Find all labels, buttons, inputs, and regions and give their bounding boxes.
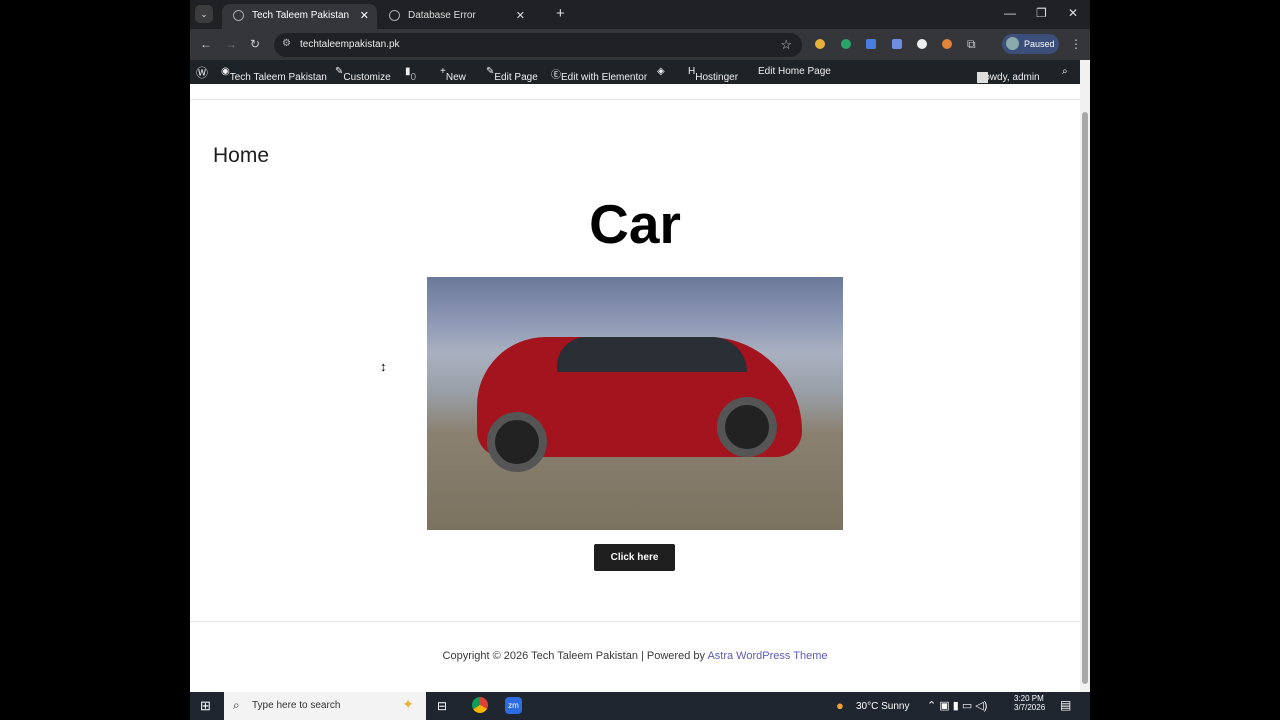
extension-icon[interactable] [942,39,952,49]
comments-link[interactable]: ▮ 0 [405,66,416,83]
footer-text: Copyright © 2026 Tech Taleem Pakistan | … [442,650,708,662]
edit-elementor-label: Edit with Elementor [561,72,648,83]
search-icon[interactable]: ⌕ [1062,66,1068,77]
extension-icon[interactable] [892,39,902,49]
weather-icon: ● [836,698,844,713]
taskbar: ⊞ ⌕ Type here to search ✦ ⊟ zm ● 30°C Su… [190,692,1090,720]
extension-icon[interactable] [917,39,927,49]
hostinger-label: Hostinger [695,72,739,83]
header-divider [190,99,1080,100]
reload-icon[interactable]: ↻ [250,37,260,51]
chrome-taskbar-icon[interactable] [472,697,488,713]
car-image [427,277,843,530]
more-menu-icon[interactable]: ⋮ [1070,37,1082,51]
resize-cursor-icon: ↕ [380,359,387,374]
url-input[interactable]: ⚙ techtaleempakistan.pk ☆ [274,33,802,57]
customize-label: Customize [343,72,391,83]
new-label: New [445,72,466,83]
edit-home-link[interactable]: Edit Home Page [758,66,831,77]
weather-text[interactable]: 30°C Sunny [856,701,909,712]
edit-elementor-link[interactable]: Ⓔ Edit with Elementor [551,66,647,83]
tab-title: Tech Taleem Pakistan [252,10,350,21]
avatar [1006,37,1019,50]
site-name-link[interactable]: ◉ Tech Taleem Pakistan [221,66,327,83]
restore-button[interactable]: ❐ [1036,6,1047,20]
diamond-icon[interactable]: ◈ [657,66,665,77]
url-text: techtaleempakistan.pk [300,39,400,50]
wordpress-logo-icon[interactable]: Ⓦ [196,64,208,81]
notifications-icon[interactable]: ▤ [1060,698,1071,712]
close-tab-icon[interactable]: ✕ [516,9,525,22]
edit-page-label: Edit Page [494,72,538,83]
tab-bar: ⌄ Tech Taleem Pakistan ✕ Database Error … [190,0,1090,29]
search-placeholder: Type here to search [252,700,341,711]
scrollbar[interactable] [1080,60,1090,692]
close-window-button[interactable]: ✕ [1068,6,1078,20]
footer: Copyright © 2026 Tech Taleem Pakistan | … [190,650,1080,662]
extension-icon[interactable] [866,39,876,49]
taskbar-search-input[interactable]: ⌕ Type here to search ✦ [224,692,426,720]
new-link[interactable]: + New [440,66,466,83]
zoom-taskbar-icon[interactable]: zm [505,697,522,714]
hostinger-link[interactable]: H Hostinger [688,66,738,83]
tab-tech-taleem[interactable]: Tech Taleem Pakistan ✕ [222,4,377,29]
car-heading: Car [589,193,681,255]
profile-button[interactable]: Paused [1002,34,1059,54]
globe-icon [389,10,400,21]
close-tab-icon[interactable]: ✕ [360,9,369,22]
new-tab-button[interactable]: + [556,5,565,22]
date: 3/7/2026 [1014,703,1046,712]
globe-icon [233,10,244,21]
forward-icon[interactable]: → [225,37,237,51]
tab-database-error[interactable]: Database Error ✕ [378,4,533,29]
scrollbar-thumb[interactable] [1082,112,1088,684]
extensions-puzzle-icon[interactable]: ⧉ [967,37,976,52]
site-info-icon[interactable]: ⚙ [282,38,291,49]
page-content: Home Car Click here Copyright © 2026 Tec… [190,84,1080,692]
car-wheel [487,412,547,472]
car-windows [557,337,747,372]
profile-label: Paused [1024,39,1055,49]
user-avatar [977,72,988,83]
astra-theme-link[interactable]: Astra WordPress Theme [707,650,827,662]
bookmark-star-icon[interactable]: ☆ [780,37,792,53]
tab-search-button[interactable]: ⌄ [195,5,213,23]
extension-icon[interactable] [841,39,851,49]
tray-icons[interactable]: ⌃ ▣ ▮ ▭ ◁) [927,699,987,712]
address-bar-row: ← → ↻ ⚙ techtaleempakistan.pk ☆ ⧉ Paused… [190,29,1090,60]
search-icon: ⌕ [233,698,240,712]
customize-link[interactable]: ✎ Customize [335,66,391,83]
edit-page-link[interactable]: ✎ Edit Page [486,66,538,83]
windows-start-icon[interactable]: ⊞ [200,698,211,714]
site-name: Tech Taleem Pakistan [229,72,327,83]
tab-title: Database Error [408,10,476,21]
minimize-button[interactable]: — [1004,6,1016,20]
click-here-button[interactable]: Click here [594,544,675,571]
sparkle-icon: ✦ [402,696,414,712]
wp-admin-bar: Ⓦ ◉ Tech Taleem Pakistan ✎ Customize ▮ 0… [190,60,1080,84]
car-wheel [717,397,777,457]
extension-icon[interactable] [815,39,825,49]
time: 3:20 PM [1014,694,1044,703]
back-icon[interactable]: ← [200,37,212,51]
footer-divider [190,621,1080,622]
page-title: Home [213,144,270,167]
comments-count: 0 [410,72,417,83]
task-view-icon[interactable]: ⊟ [437,699,447,713]
screen: ⌄ Tech Taleem Pakistan ✕ Database Error … [190,0,1090,720]
